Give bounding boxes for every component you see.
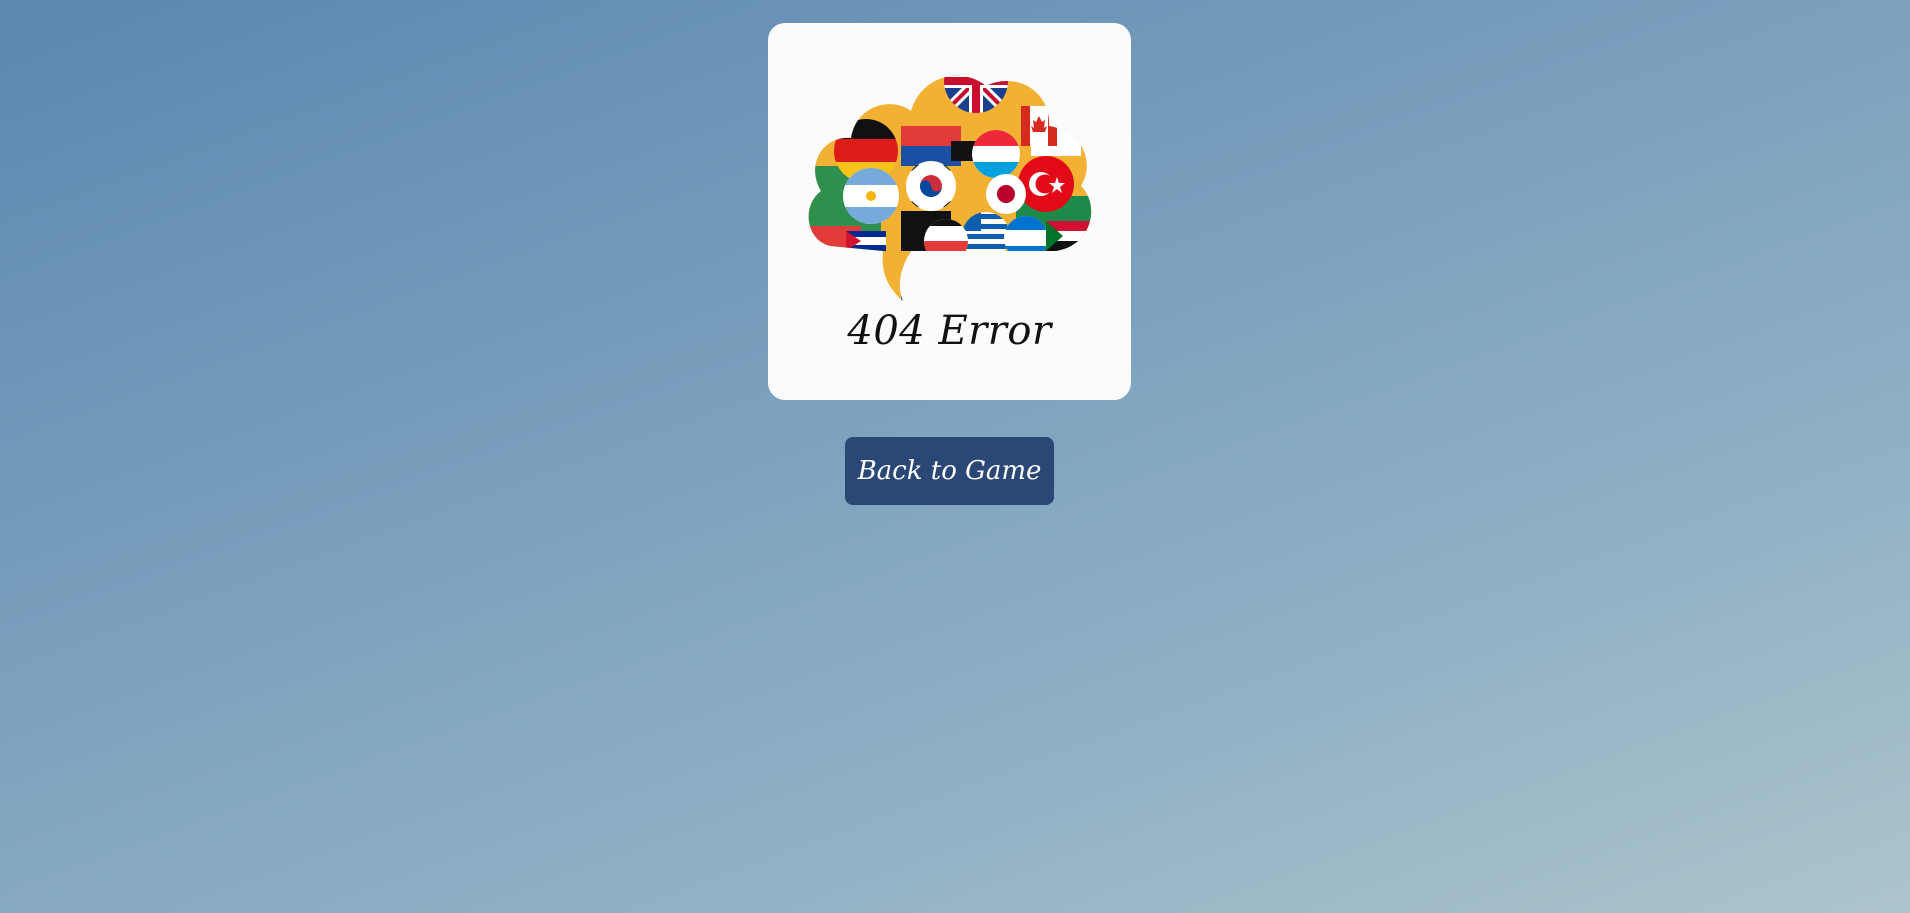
back-to-game-button[interactable]: Back to Game xyxy=(845,437,1054,505)
error-card: 404 Error xyxy=(768,23,1131,400)
error-title: 404 Error xyxy=(847,308,1052,354)
flag-cloud-icon xyxy=(808,75,1092,301)
